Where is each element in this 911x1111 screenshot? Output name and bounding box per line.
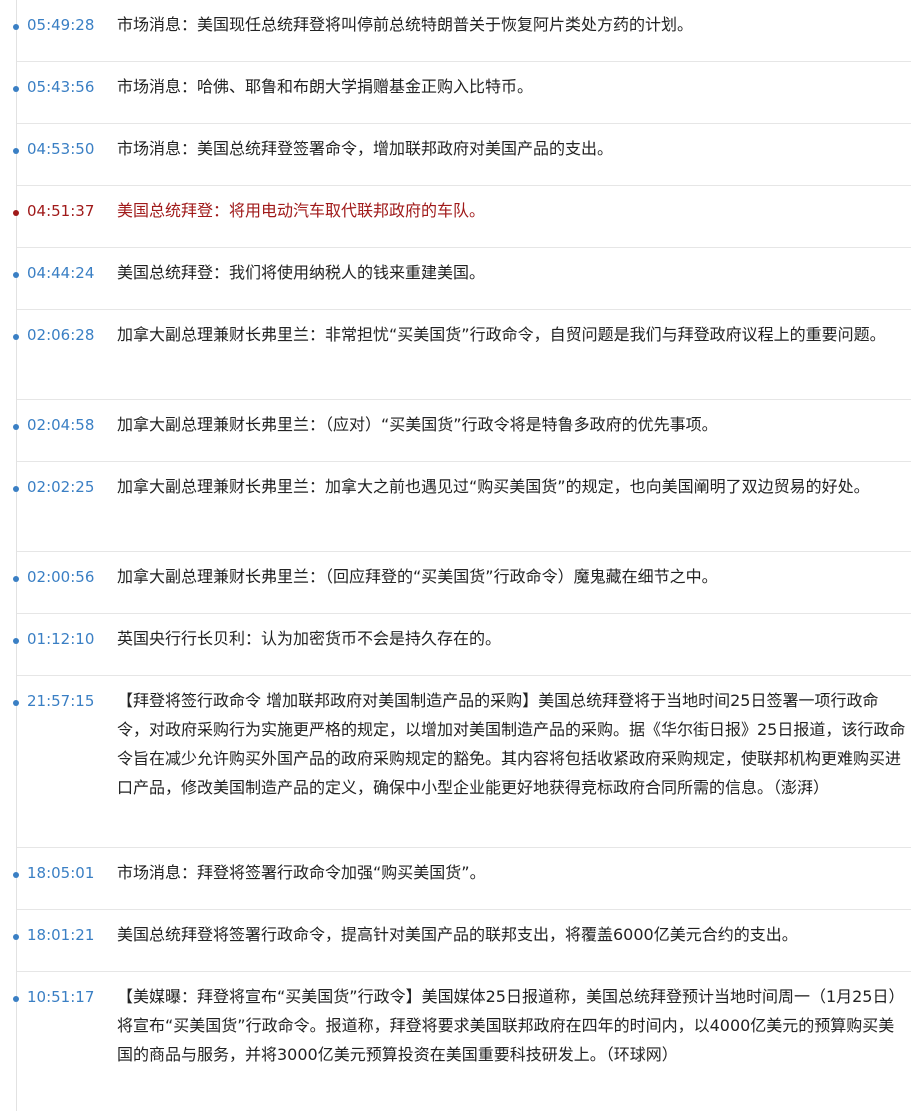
timeline-dot-icon xyxy=(13,148,19,154)
news-item: 18:05:01 市场消息：拜登将签署行政命令加强“购买美国货”。 xyxy=(13,848,911,910)
news-time: 01:12:10 xyxy=(27,630,95,648)
timeline-dot-icon xyxy=(13,638,19,644)
news-time: 05:49:28 xyxy=(27,16,95,34)
news-text[interactable]: 市场消息：哈佛、耶鲁和布朗大学捐赠基金正购入比特币。 xyxy=(117,72,907,101)
timeline-dot-icon xyxy=(13,486,19,492)
news-time: 21:57:15 xyxy=(27,692,95,710)
news-item: 05:43:56 市场消息：哈佛、耶鲁和布朗大学捐赠基金正购入比特币。 xyxy=(13,62,911,124)
timeline-dot-icon xyxy=(13,272,19,278)
news-item: 02:00:56 加拿大副总理兼财长弗里兰：（回应拜登的“买美国货”行政命令）魔… xyxy=(13,552,911,614)
news-item: 02:06:28 加拿大副总理兼财长弗里兰：非常担忧“买美国货”行政命令，自贸问… xyxy=(13,310,911,400)
news-text[interactable]: 市场消息：美国总统拜登签署命令，增加联邦政府对美国产品的支出。 xyxy=(117,134,907,163)
timeline-dot-icon xyxy=(13,934,19,940)
timeline-dot-icon xyxy=(13,576,19,582)
news-time: 04:53:50 xyxy=(27,140,95,158)
news-text[interactable]: 市场消息：拜登将签署行政命令加强“购买美国货”。 xyxy=(117,858,907,887)
news-text[interactable]: 美国总统拜登：将用电动汽车取代联邦政府的车队。 xyxy=(117,196,907,225)
news-text[interactable]: 【美媒曝：拜登将宣布“买美国货”行政令】美国媒体25日报道称，美国总统拜登预计当… xyxy=(117,982,907,1069)
news-item-important: 04:51:37 美国总统拜登：将用电动汽车取代联邦政府的车队。 xyxy=(13,186,911,248)
timeline-dot-icon xyxy=(13,334,19,340)
news-text[interactable]: 美国总统拜登：我们将使用纳税人的钱来重建美国。 xyxy=(117,258,907,287)
news-time: 05:43:56 xyxy=(27,78,95,96)
timeline-dot-icon xyxy=(13,872,19,878)
news-text[interactable]: 【拜登将签行政命令 增加联邦政府对美国制造产品的采购】美国总统拜登将于当地时间2… xyxy=(117,686,907,802)
news-item: 21:57:15 【拜登将签行政命令 增加联邦政府对美国制造产品的采购】美国总统… xyxy=(13,676,911,848)
news-time: 02:06:28 xyxy=(27,326,95,344)
news-text[interactable]: 加拿大副总理兼财长弗里兰：（回应拜登的“买美国货”行政命令）魔鬼藏在细节之中。 xyxy=(117,562,907,591)
timeline-dot-icon xyxy=(13,86,19,92)
news-time: 04:44:24 xyxy=(27,264,95,282)
news-text[interactable]: 加拿大副总理兼财长弗里兰：（应对）“买美国货”行政令将是特鲁多政府的优先事项。 xyxy=(117,410,907,439)
news-time: 02:02:25 xyxy=(27,478,95,496)
news-item: 01:12:10 英国央行行长贝利：认为加密货币不会是持久存在的。 xyxy=(13,614,911,676)
news-text[interactable]: 加拿大副总理兼财长弗里兰：加拿大之前也遇见过“购买美国货”的规定，也向美国阐明了… xyxy=(117,472,907,501)
news-item: 02:04:58 加拿大副总理兼财长弗里兰：（应对）“买美国货”行政令将是特鲁多… xyxy=(13,400,911,462)
news-text[interactable]: 英国央行行长贝利：认为加密货币不会是持久存在的。 xyxy=(117,624,907,653)
news-time: 18:05:01 xyxy=(27,864,95,882)
news-item: 10:51:17 【美媒曝：拜登将宣布“买美国货”行政令】美国媒体25日报道称，… xyxy=(13,972,911,1106)
news-text[interactable]: 市场消息：美国现任总统拜登将叫停前总统特朗普关于恢复阿片类处方药的计划。 xyxy=(117,10,907,39)
news-item: 04:53:50 市场消息：美国总统拜登签署命令，增加联邦政府对美国产品的支出。 xyxy=(13,124,911,186)
news-time: 18:01:21 xyxy=(27,926,95,944)
timeline-dot-icon xyxy=(13,424,19,430)
news-timeline: 05:49:28 市场消息：美国现任总统拜登将叫停前总统特朗普关于恢复阿片类处方… xyxy=(13,0,911,1111)
news-item: 05:49:28 市场消息：美国现任总统拜登将叫停前总统特朗普关于恢复阿片类处方… xyxy=(13,0,911,62)
news-item: 18:01:21 美国总统拜登将签署行政命令，提高针对美国产品的联邦支出，将覆盖… xyxy=(13,910,911,972)
timeline-dot-icon xyxy=(13,700,19,706)
news-time: 04:51:37 xyxy=(27,202,95,220)
timeline-dot-icon xyxy=(13,996,19,1002)
news-item: 04:44:24 美国总统拜登：我们将使用纳税人的钱来重建美国。 xyxy=(13,248,911,310)
timeline-dot-icon xyxy=(13,24,19,30)
news-time: 02:00:56 xyxy=(27,568,95,586)
news-item: 02:02:25 加拿大副总理兼财长弗里兰：加拿大之前也遇见过“购买美国货”的规… xyxy=(13,462,911,552)
news-time: 10:51:17 xyxy=(27,988,95,1006)
news-time: 02:04:58 xyxy=(27,416,95,434)
news-text[interactable]: 加拿大副总理兼财长弗里兰：非常担忧“买美国货”行政命令，自贸问题是我们与拜登政府… xyxy=(117,320,907,349)
news-text[interactable]: 美国总统拜登将签署行政命令，提高针对美国产品的联邦支出，将覆盖6000亿美元合约… xyxy=(117,920,907,949)
timeline-dot-icon xyxy=(13,210,19,216)
